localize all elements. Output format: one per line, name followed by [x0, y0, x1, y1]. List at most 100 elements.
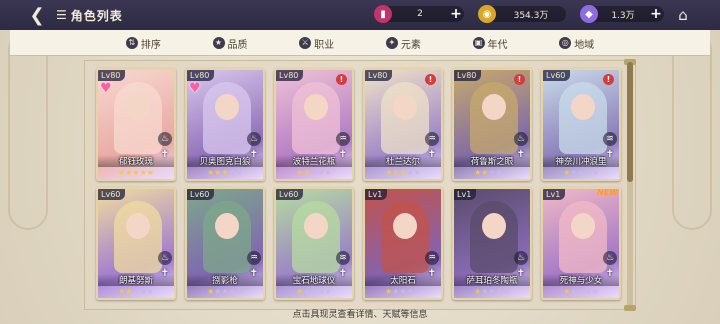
star-icon: ★: [577, 168, 585, 177]
character-card[interactable]: Lv80!♨✝荷鲁斯之眼★★★★★: [452, 68, 532, 181]
crystal-icon: ◆: [580, 5, 598, 23]
quality-icon: ★: [212, 37, 225, 49]
element-icon: ≋: [603, 132, 617, 146]
filter-region[interactable]: ◎ 地域: [533, 33, 620, 53]
character-card[interactable]: Lv60♨✝朗基努斯★★★★★: [96, 187, 176, 300]
ticket-icon: ▮: [374, 5, 392, 23]
element-icon: ♨: [247, 132, 261, 146]
star-icon: ★: [488, 168, 496, 177]
star-rating: ★★★★★: [187, 167, 263, 179]
region-icon: ◎: [559, 37, 572, 49]
star-icon: ★: [317, 287, 325, 296]
level-badge: Lv80: [276, 70, 304, 81]
star-icon: ★: [317, 168, 325, 177]
star-icon: ★: [413, 168, 421, 177]
star-rating: ★★★★★: [98, 167, 174, 179]
gold-count: 354.3万: [513, 10, 549, 21]
add-crystal-button[interactable]: +: [648, 6, 664, 22]
character-card[interactable]: Lv80!♒✝杜兰达尔★★★★★: [363, 68, 443, 181]
star-rating: ★★★★★: [365, 167, 441, 179]
scrollbar[interactable]: [624, 59, 636, 311]
character-name: 捌影枪: [187, 274, 263, 286]
element-icon: ♨: [158, 132, 172, 146]
character-name: 波特兰花瓶: [276, 155, 352, 167]
character-card[interactable]: Lv80♥♨✝贝奥图克白狼★★★★★: [185, 68, 265, 181]
star-icon: ★: [406, 168, 414, 177]
filter-label: 品质: [227, 39, 248, 51]
back-arrow-icon[interactable]: ❮: [22, 0, 52, 30]
character-face: [304, 94, 328, 120]
alert-icon: !: [336, 74, 347, 85]
character-card[interactable]: Lv1NEW♨✝死神与少女★★★★★: [541, 187, 621, 300]
era-icon: ▣: [472, 37, 485, 49]
filter-class[interactable]: ⚔ 职业: [273, 33, 360, 53]
star-icon: ★: [221, 168, 229, 177]
star-icon: ★: [228, 168, 236, 177]
home-temple-icon[interactable]: ⌂: [674, 6, 692, 24]
star-rating: ★★★★★: [365, 286, 441, 298]
level-badge: Lv80: [187, 70, 215, 81]
character-card[interactable]: Lv1♨✝萨耳珀冬陶瓶★★★★★: [452, 187, 532, 300]
star-icon: ★: [324, 168, 332, 177]
character-name: 杜兰达尔: [365, 155, 441, 167]
level-badge: Lv60: [187, 189, 215, 200]
star-rating: ★★★★★: [543, 286, 619, 298]
filter-label: 地域: [574, 39, 595, 51]
resource-crystal: ◆ 1.3万 +: [580, 5, 664, 23]
crystal-count: 1.3万: [611, 10, 635, 21]
character-card[interactable]: Lv60♒✝捌影枪★★★★★: [185, 187, 265, 300]
star-icon: ★: [399, 168, 407, 177]
level-badge: Lv1: [543, 189, 566, 200]
character-face: [215, 94, 239, 120]
character-face: [571, 94, 595, 120]
filter-quality[interactable]: ★ 品质: [187, 33, 274, 53]
star-icon: ★: [221, 287, 229, 296]
star-icon: ★: [502, 168, 510, 177]
level-badge: Lv80: [454, 70, 482, 81]
level-badge: Lv60: [543, 70, 571, 81]
character-face: [571, 213, 595, 239]
element-icon: ♒: [336, 132, 350, 146]
star-rating: ★★★★★: [454, 167, 530, 179]
star-icon: ★: [235, 168, 243, 177]
character-card[interactable]: Lv60!≋✝神奈川冲浪里★★★★★: [541, 68, 621, 181]
alert-icon: !: [425, 74, 436, 85]
character-card[interactable]: Lv80!♒✝波特兰花瓶★★★★★: [274, 68, 354, 181]
star-icon: ★: [399, 287, 407, 296]
alert-icon: !: [514, 74, 525, 85]
star-rating: ★★★★★: [187, 286, 263, 298]
character-face: [126, 213, 150, 239]
element-icon: ≋: [336, 251, 350, 265]
filter-element[interactable]: ✦ 元素: [360, 33, 447, 53]
filter-label: 年代: [487, 39, 508, 51]
level-badge: Lv1: [454, 189, 477, 200]
sort-icon: ⇅: [125, 37, 138, 49]
character-name: 荷鲁斯之眼: [454, 155, 530, 167]
resource-gold: ◉ 354.3万: [478, 5, 566, 23]
star-icon: ★: [146, 168, 154, 177]
add-ticket-button[interactable]: +: [448, 6, 464, 22]
filter-sort[interactable]: ⇅ 排序: [100, 33, 187, 53]
character-name: 神奈川冲浪里: [543, 155, 619, 167]
character-card[interactable]: Lv1♒✝太阳石★★★★★: [363, 187, 443, 300]
character-name: 贝奥图克白狼: [187, 155, 263, 167]
heart-icon: ♥: [189, 81, 201, 96]
character-face: [482, 213, 506, 239]
new-badge: NEW: [597, 188, 618, 197]
star-icon: ★: [324, 287, 332, 296]
character-name: 郁钰玫瑰: [98, 155, 174, 167]
star-icon: ★: [146, 287, 154, 296]
filter-era[interactable]: ▣ 年代: [447, 33, 534, 53]
element-icon: ♨: [514, 132, 528, 146]
character-face: [304, 213, 328, 239]
scrollbar-thumb[interactable]: [627, 62, 633, 182]
star-icon: ★: [495, 287, 503, 296]
filter-label: 元素: [400, 39, 421, 51]
star-icon: ★: [132, 168, 140, 177]
star-rating: ★★★★★: [276, 286, 352, 298]
star-icon: ★: [584, 287, 592, 296]
character-card[interactable]: Lv80♥♨✝郁钰玫瑰★★★★★: [96, 68, 176, 181]
character-card[interactable]: Lv60≋✝宝石地球仪★★★★★: [274, 187, 354, 300]
character-name: 太阳石: [365, 274, 441, 286]
character-face: [215, 213, 239, 239]
